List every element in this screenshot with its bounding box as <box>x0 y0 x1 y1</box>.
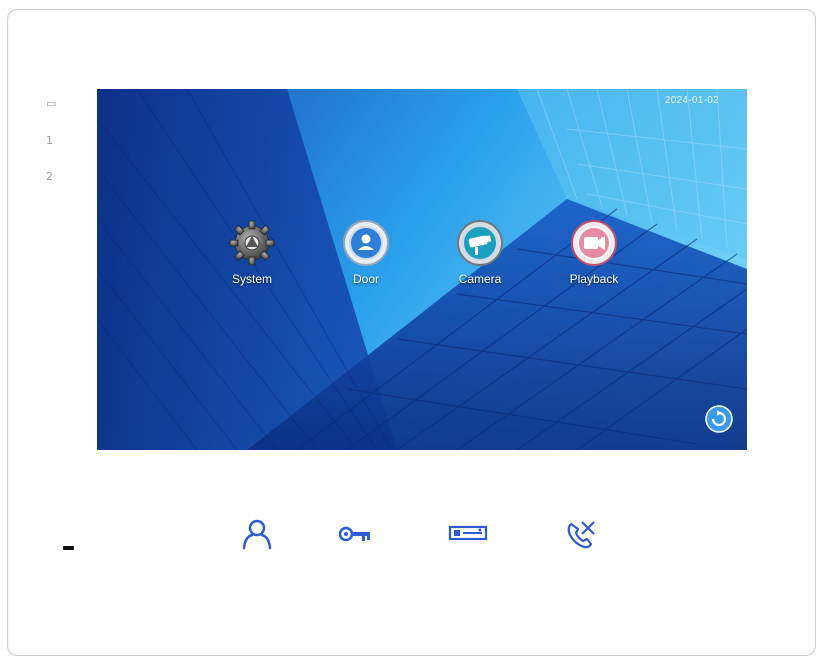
camera-icon <box>457 220 503 266</box>
menu-camera-label: Camera <box>458 272 502 286</box>
monitor-icon <box>448 525 488 541</box>
side-indicator-1: 1 <box>46 134 53 147</box>
refresh-icon[interactable] <box>705 405 733 433</box>
playback-icon <box>571 220 617 266</box>
menu-playback[interactable]: Playback <box>554 218 634 286</box>
menu-system[interactable]: System <box>212 218 292 286</box>
person-icon <box>242 519 272 550</box>
menu-playback-label: Playback <box>569 272 619 286</box>
monitor-talk-button[interactable] <box>235 512 279 556</box>
hangup-button[interactable] <box>558 512 602 556</box>
gear-icon <box>229 220 275 266</box>
clock-display: 2024-01-02 <box>664 95 719 106</box>
menu-system-label: System <box>231 272 272 286</box>
menu-door-label: Door <box>352 272 379 286</box>
hangup-phone-icon <box>567 521 595 549</box>
microphone-slot <box>63 546 74 550</box>
side-indicator-2: 2 <box>46 170 53 183</box>
monitor-button[interactable] <box>446 512 490 556</box>
door-icon <box>343 220 389 266</box>
menu-camera[interactable]: Camera <box>440 218 520 286</box>
unlock-button[interactable] <box>333 512 377 556</box>
menu-door[interactable]: Door <box>326 218 406 286</box>
main-screen: 2024-01-02 System Door Camera Playback <box>97 89 747 450</box>
side-indicator-top: ▭ <box>46 97 57 110</box>
screen-background <box>97 89 747 450</box>
key-icon <box>338 526 370 542</box>
